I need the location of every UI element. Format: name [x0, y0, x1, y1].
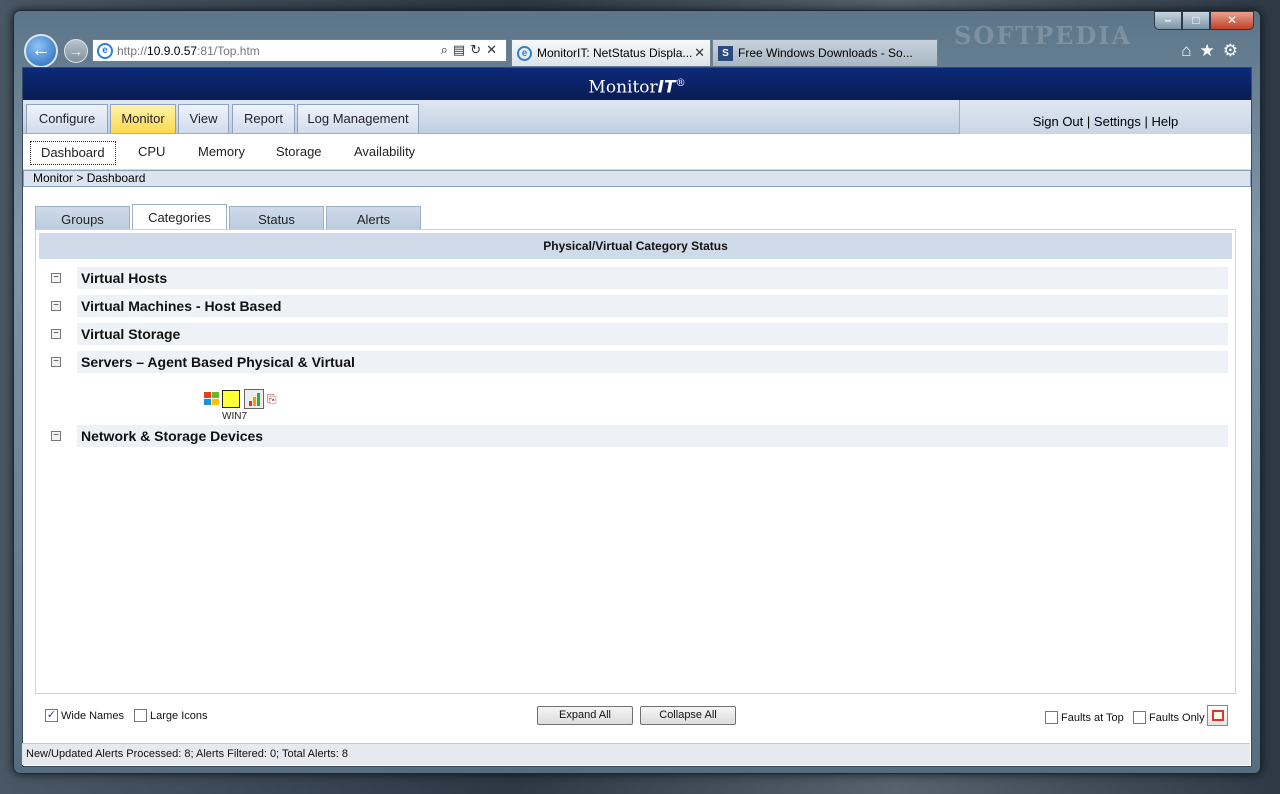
- menu-report[interactable]: Report: [232, 104, 295, 133]
- status-bar: New/Updated Alerts Processed: 8; Alerts …: [22, 743, 1250, 765]
- app-title-reg: ®: [675, 78, 686, 89]
- browser-toolbar-right: ⌂★⚙: [1181, 41, 1246, 61]
- menu-monitor[interactable]: Monitor: [110, 104, 176, 133]
- category-row-virtual-hosts: − Virtual Hosts: [41, 267, 1228, 289]
- minus-icon: −: [51, 273, 61, 283]
- performance-chart-icon[interactable]: [244, 388, 264, 409]
- minus-icon: −: [51, 301, 61, 311]
- category-row-servers: − Servers – Agent Based Physical & Virtu…: [41, 351, 1228, 373]
- app-title-main: Monitor: [588, 77, 658, 98]
- menu-configure[interactable]: Configure: [26, 104, 108, 133]
- favorites-star-icon[interactable]: ★: [1200, 41, 1223, 60]
- tab-close-icon[interactable]: ✕: [694, 45, 705, 61]
- network-agent-icon[interactable]: ⎘: [267, 391, 281, 407]
- submenu-cpu[interactable]: CPU: [128, 141, 175, 165]
- submenu-dashboard[interactable]: Dashboard: [30, 141, 116, 165]
- category-label[interactable]: Virtual Machines - Host Based: [77, 295, 1228, 317]
- collapse-toggle[interactable]: −: [41, 295, 71, 317]
- panel-footer-controls: ✓ Wide Names Large Icons Expand All Coll…: [36, 700, 1235, 730]
- ie-icon: e: [97, 42, 113, 59]
- minus-icon: −: [51, 431, 61, 441]
- refresh-icon[interactable]: ↻: [470, 42, 486, 57]
- gear-icon[interactable]: ⚙: [1223, 41, 1246, 60]
- breadcrumb: Monitor > Dashboard: [23, 170, 1251, 187]
- faults-at-top-checkbox[interactable]: Faults at Top: [1045, 711, 1124, 724]
- browser-tab-label: MonitorIT: NetStatus Displa...: [537, 46, 693, 60]
- menu-log-management[interactable]: Log Management: [297, 104, 419, 133]
- browser-tab-softpedia[interactable]: S Free Windows Downloads - So...: [712, 39, 938, 66]
- back-button[interactable]: ←: [24, 34, 58, 68]
- compat-icon[interactable]: ▤: [453, 42, 470, 57]
- window-controls: – □ ✕: [1154, 11, 1254, 30]
- minus-icon: −: [51, 357, 61, 367]
- watermark-text: SOFTPEDIA: [954, 21, 1133, 50]
- collapse-toggle[interactable]: −: [41, 323, 71, 345]
- search-icon[interactable]: ⌕: [441, 42, 453, 57]
- windows-logo-icon: [204, 391, 220, 406]
- collapse-toggle[interactable]: −: [41, 267, 71, 289]
- help-link[interactable]: Help: [1152, 114, 1179, 129]
- checkbox-checked[interactable]: ✓: [45, 709, 58, 722]
- checkbox-label: Faults Only: [1149, 711, 1205, 724]
- faults-only-checkbox[interactable]: Faults Only: [1133, 711, 1205, 724]
- separator: |: [1144, 114, 1148, 129]
- address-tools: ⌕▤↻✕: [441, 42, 502, 58]
- home-icon[interactable]: ⌂: [1181, 41, 1199, 60]
- category-label[interactable]: Virtual Hosts: [77, 267, 1228, 289]
- minus-icon: −: [51, 329, 61, 339]
- close-button[interactable]: ✕: [1210, 11, 1254, 30]
- panel-title: Physical/Virtual Category Status: [39, 233, 1232, 259]
- stop-icon[interactable]: ✕: [486, 42, 502, 57]
- address-bar[interactable]: e http://10.9.0.57:81/Top.htm ⌕▤↻✕: [92, 39, 507, 62]
- sign-out-link[interactable]: Sign Out: [1033, 114, 1084, 129]
- large-icons-checkbox[interactable]: Large Icons: [134, 709, 207, 722]
- popout-image-button[interactable]: [1207, 705, 1228, 726]
- popout-icon: [1212, 710, 1224, 721]
- category-label[interactable]: Servers – Agent Based Physical & Virtual: [77, 351, 1228, 373]
- url-path: :81/Top.htm: [197, 43, 260, 58]
- softpedia-icon: S: [718, 45, 733, 61]
- url-prefix: http://: [117, 43, 148, 58]
- app-title-it: IT: [657, 77, 676, 98]
- account-links: Sign Out | Settings | Help: [959, 100, 1251, 134]
- device-name: WIN7: [222, 411, 247, 422]
- category-label[interactable]: Network & Storage Devices: [77, 425, 1228, 447]
- collapse-toggle[interactable]: −: [41, 351, 71, 373]
- wide-names-checkbox[interactable]: ✓ Wide Names: [45, 709, 124, 722]
- checkbox-label: Faults at Top: [1061, 711, 1124, 724]
- category-status-panel: Physical/Virtual Category Status − Virtu…: [35, 229, 1236, 726]
- sub-menu: Dashboard CPU Memory Storage Availabilit…: [23, 134, 1251, 170]
- checkbox-label: Large Icons: [150, 709, 208, 722]
- minimize-button[interactable]: –: [1154, 11, 1182, 30]
- browser-tab-label: Free Windows Downloads - So...: [738, 46, 913, 60]
- submenu-storage[interactable]: Storage: [266, 141, 332, 165]
- checkbox-label: Wide Names: [61, 709, 124, 722]
- category-row-network-storage: − Network & Storage Devices: [41, 425, 1228, 447]
- collapse-all-button[interactable]: Collapse All: [640, 706, 736, 725]
- menu-view[interactable]: View: [178, 104, 229, 133]
- app-title-bar: MonitorIT®: [23, 68, 1251, 100]
- category-row-virtual-storage: − Virtual Storage: [41, 323, 1228, 345]
- category-label[interactable]: Virtual Storage: [77, 323, 1228, 345]
- expand-all-button[interactable]: Expand All: [537, 706, 633, 725]
- submenu-availability[interactable]: Availability: [344, 141, 425, 165]
- status-indicator[interactable]: [222, 389, 240, 408]
- main-menu: Configure Monitor View Report Log Manage…: [23, 100, 1251, 134]
- forward-button[interactable]: →: [64, 39, 88, 63]
- checkbox-unchecked[interactable]: [134, 709, 147, 722]
- device-win7[interactable]: ⎘ WIN7: [204, 388, 294, 422]
- settings-link[interactable]: Settings: [1094, 114, 1141, 129]
- url-host: 10.9.0.57: [147, 43, 198, 58]
- device-icons: ⎘: [204, 388, 294, 409]
- collapse-toggle[interactable]: −: [41, 425, 71, 447]
- checkbox-unchecked[interactable]: [1133, 711, 1146, 724]
- browser-tab-monitorit[interactable]: e MonitorIT: NetStatus Displa... ✕: [511, 39, 711, 66]
- checkbox-unchecked[interactable]: [1045, 711, 1058, 724]
- category-row-virtual-machines: − Virtual Machines - Host Based: [41, 295, 1228, 317]
- ie-icon: e: [517, 45, 532, 61]
- panel-tabs: Groups Categories Status Alerts: [23, 187, 1251, 233]
- maximize-button[interactable]: □: [1182, 11, 1210, 30]
- submenu-memory[interactable]: Memory: [188, 141, 255, 165]
- separator: |: [1086, 114, 1091, 129]
